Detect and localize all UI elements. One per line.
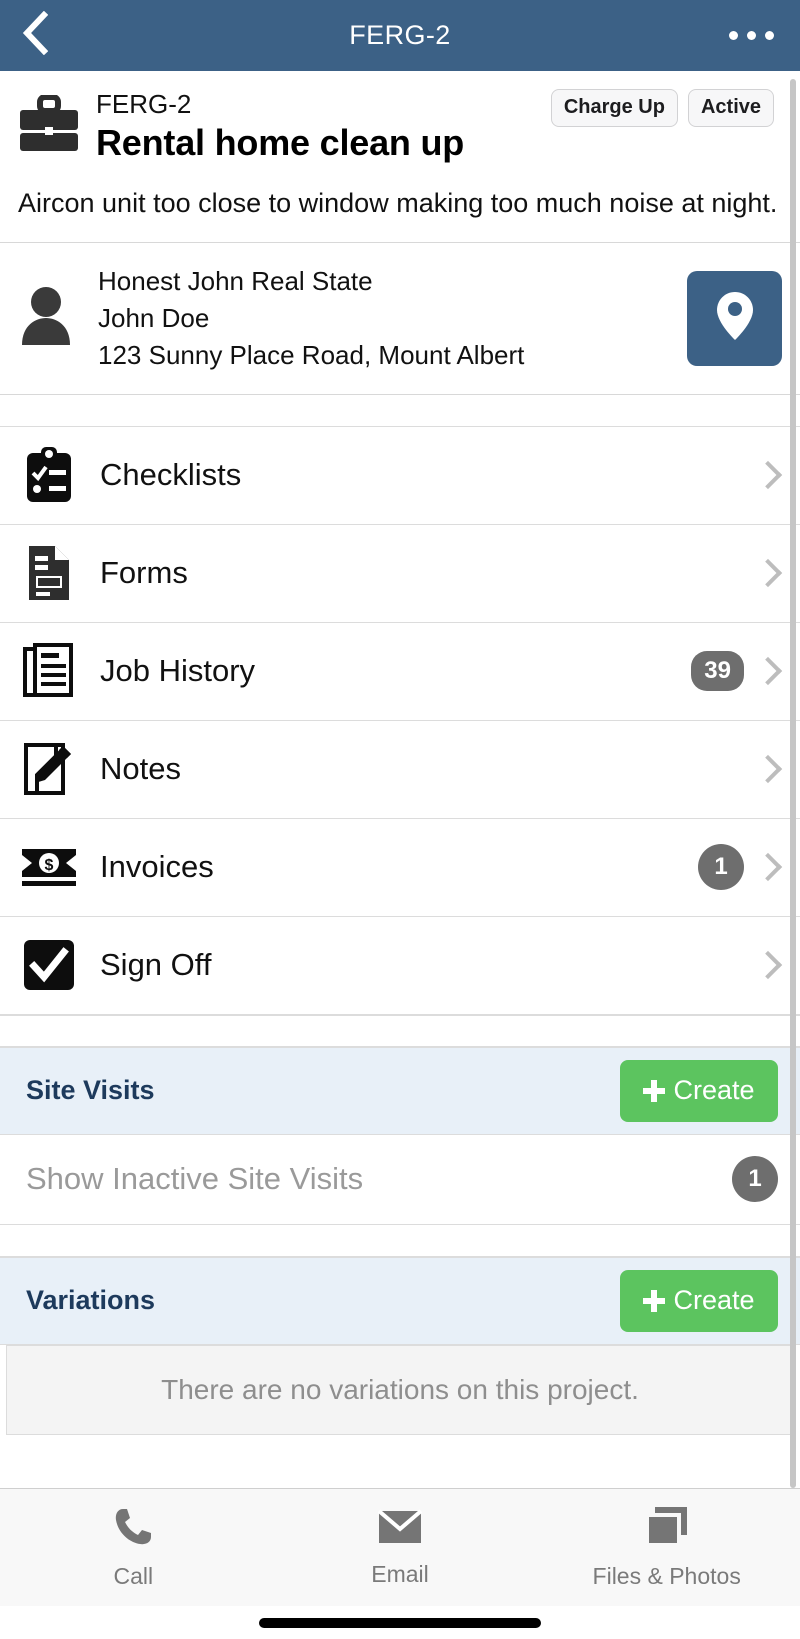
section-spacer (0, 1015, 800, 1047)
form-document-icon (18, 544, 80, 602)
tab-label: Call (114, 1563, 154, 1590)
bottom-tab-bar: Call Email Files & Photos (0, 1488, 800, 1606)
menu-item-label: Invoices (80, 849, 698, 885)
contact-person: John Doe (98, 300, 687, 337)
show-inactive-site-visits-row[interactable]: Show Inactive Site Visits 1 (0, 1135, 800, 1225)
tab-label: Email (371, 1561, 429, 1588)
create-label: Create (673, 1285, 754, 1316)
ellipsis-icon (747, 31, 756, 40)
section-spacer (0, 395, 800, 427)
menu-item-label: Sign Off (80, 947, 758, 983)
create-variation-button[interactable]: Create (620, 1270, 778, 1332)
app-screen: FERG-2 Charge Up Active (0, 0, 800, 1639)
menu-item-label: Forms (80, 555, 758, 591)
chevron-right-icon (754, 755, 782, 783)
menu-item-label: Notes (80, 751, 758, 787)
job-menu-list: Checklists Forms (0, 427, 800, 1015)
scroll-content[interactable]: Charge Up Active FERG-2 Rental home clea… (0, 71, 800, 1488)
contact-address: 123 Sunny Place Road, Mount Albert (98, 337, 687, 374)
files-photos-icon (643, 1505, 691, 1554)
menu-item-job-history[interactable]: Job History 39 (0, 623, 800, 721)
page-title: FERG-2 (0, 20, 800, 51)
tab-label: Files & Photos (593, 1563, 741, 1590)
tab-files-photos[interactable]: Files & Photos (533, 1489, 800, 1606)
chevron-right-icon (754, 461, 782, 489)
job-title: Rental home clean up (96, 122, 782, 164)
menu-item-checklists[interactable]: Checklists (0, 427, 800, 525)
tab-email[interactable]: Email (267, 1489, 534, 1606)
job-header: Charge Up Active FERG-2 Rental home clea… (0, 71, 800, 171)
contact-details: Honest John Real State John Doe 123 Sunn… (82, 263, 687, 374)
create-label: Create (673, 1075, 754, 1106)
tab-call[interactable]: Call (0, 1489, 267, 1606)
ellipsis-icon (729, 31, 738, 40)
menu-item-notes[interactable]: Notes (0, 721, 800, 819)
back-button[interactable] (0, 0, 70, 71)
person-icon (18, 285, 82, 352)
menu-item-label: Job History (80, 653, 691, 689)
chevron-right-icon (754, 853, 782, 881)
variations-title: Variations (26, 1285, 620, 1316)
invoices-count-badge: 1 (698, 844, 744, 890)
site-visits-title: Site Visits (26, 1075, 620, 1106)
variations-empty-state: There are no variations on this project. (6, 1345, 794, 1435)
plus-icon (643, 1080, 665, 1102)
status-pill-group: Charge Up Active (551, 89, 774, 127)
phone-icon (111, 1505, 155, 1554)
job-description: Aircon unit too close to window making t… (0, 171, 800, 241)
chevron-right-icon (754, 657, 782, 685)
navigation-bar: FERG-2 (0, 0, 800, 71)
plus-icon (643, 1290, 665, 1312)
home-indicator (0, 1606, 800, 1639)
menu-item-forms[interactable]: Forms (0, 525, 800, 623)
status-badge-charge-up[interactable]: Charge Up (551, 89, 678, 127)
chevron-left-icon (22, 11, 48, 60)
banknote-dollar-icon: $ (18, 845, 80, 889)
show-inactive-label: Show Inactive Site Visits (26, 1161, 732, 1197)
menu-item-sign-off[interactable]: Sign Off (0, 917, 800, 1015)
chevron-right-icon (754, 951, 782, 979)
variations-empty-text: There are no variations on this project. (161, 1374, 639, 1406)
contact-company: Honest John Real State (98, 263, 687, 300)
create-site-visit-button[interactable]: Create (620, 1060, 778, 1122)
more-options-button[interactable] (729, 31, 774, 40)
ellipsis-icon (765, 31, 774, 40)
envelope-icon (377, 1507, 423, 1552)
briefcase-icon (18, 89, 84, 158)
svg-text:$: $ (45, 857, 54, 874)
chevron-right-icon (754, 559, 782, 587)
documents-stack-icon (18, 643, 80, 699)
contact-card[interactable]: Honest John Real State John Doe 123 Sunn… (0, 242, 800, 395)
home-indicator-bar (259, 1618, 541, 1628)
job-history-count-badge: 39 (691, 651, 744, 691)
vertical-scrollbar[interactable] (790, 79, 796, 1488)
note-pencil-icon (18, 742, 80, 796)
site-visits-header: Site Visits Create (0, 1047, 800, 1135)
menu-item-invoices[interactable]: $ Invoices 1 (0, 819, 800, 917)
map-pin-icon (715, 290, 755, 347)
checkbox-checked-icon (18, 939, 80, 991)
variations-header: Variations Create (0, 1257, 800, 1345)
inactive-count-badge: 1 (732, 1156, 778, 1202)
menu-item-label: Checklists (80, 457, 758, 493)
map-button[interactable] (687, 271, 782, 366)
status-badge-active[interactable]: Active (688, 89, 774, 127)
section-spacer (0, 1225, 800, 1257)
clipboard-check-icon (18, 446, 80, 504)
